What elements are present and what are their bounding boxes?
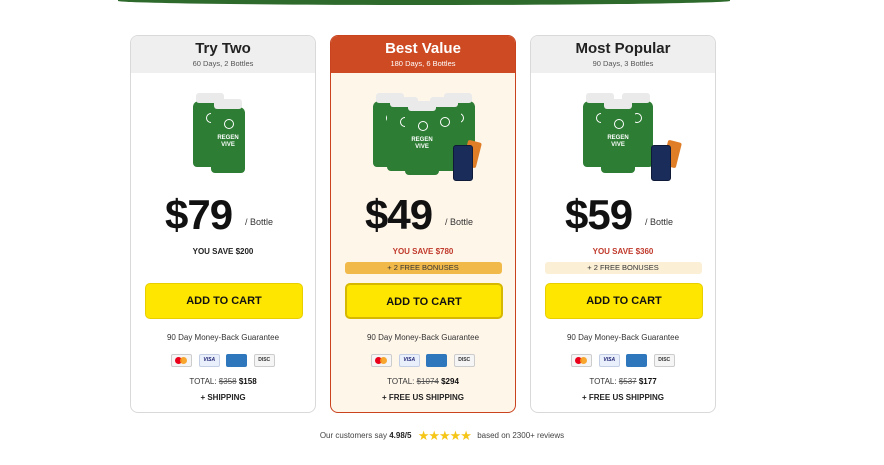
reviews-rating: 4.98/5 [389,431,412,441]
visa-icon: VISA [598,354,620,368]
bonus-phone-image [453,145,473,181]
reviews-summary: Our customers say 4.98/5 ★★★★★ based on … [0,428,884,444]
shipping-text: + SHIPPING [200,393,246,402]
plan-subtitle: 90 Days, 3 Bottles [592,59,654,68]
plan-header: Best Value 180 Days, 6 Bottles [331,36,515,73]
price-block: $79 / Bottle [131,191,315,241]
reviews-prefix: Our customers say [319,431,387,441]
plan-subtitle: 180 Days, 6 Bottles [390,59,456,68]
visa-icon: VISA [398,354,420,368]
bottle-image: REGEN VIVE [601,99,635,173]
plan-title: Best Value [385,40,461,57]
price-amount: $49 [365,191,433,238]
guarantee-text: 90 Day Money-Back Guarantee [166,333,280,342]
total-label: TOTAL: [387,377,415,386]
mastercard-icon [571,354,593,368]
mastercard-icon [371,354,393,368]
price-unit: / Bottle [245,217,274,227]
amex-icon [626,354,648,368]
savings-text: YOU SAVE $360 [592,247,654,256]
plan-title: Try Two [195,40,251,57]
top-banner-band [118,0,730,5]
total-label: TOTAL: [589,377,617,386]
guarantee-text: 90 Day Money-Back Guarantee [566,333,680,342]
guarantee-text: 90 Day Money-Back Guarantee [366,333,480,342]
plan-card-best-value: Best Value 180 Days, 6 Bottles REGEN VIV… [330,35,516,413]
total-old-price: $1074 [416,377,439,386]
total-old-price: $358 [218,377,237,386]
discover-icon: DISC [453,354,475,368]
reviews-suffix: based on 2300+ reviews [477,431,565,441]
discover-icon: DISC [653,354,675,368]
plan-title: Most Popular [575,40,671,57]
add-to-cart-button[interactable]: ADD TO CART [345,283,503,319]
price-block: $49 / Bottle [331,191,515,241]
plan-header: Try Two 60 Days, 2 Bottles [131,36,315,73]
bottle-image: REGEN VIVE [405,101,439,175]
discover-icon: DISC [253,354,275,368]
bottle-label: REGEN VIVE [217,135,239,148]
payment-icons: VISA DISC [131,352,315,370]
total-label: TOTAL: [189,377,217,386]
amex-icon [426,354,448,368]
star-rating-icon: ★★★★★ [417,428,472,443]
add-to-cart-button[interactable]: ADD TO CART [545,283,703,319]
price-amount: $59 [565,191,633,238]
product-image: REGEN VIVE [131,93,315,183]
mastercard-icon [171,354,193,368]
shipping-text: + FREE US SHIPPING [581,393,665,402]
amex-icon [226,354,248,368]
bottle-label: REGEN VIVE [607,135,629,148]
bonus-badge: + 2 FREE BONUSES [344,262,502,274]
add-to-cart-button[interactable]: ADD TO CART [145,283,303,319]
total-line: TOTAL: $537 $177 [531,377,715,386]
total-line: TOTAL: $358 $158 [131,377,315,386]
payment-icons: VISA DISC [331,352,515,370]
price-amount: $79 [165,191,233,238]
payment-icons: VISA DISC [531,352,715,370]
total-new-price: $294 [441,377,459,386]
plan-header: Most Popular 90 Days, 3 Bottles [531,36,715,73]
total-line: TOTAL: $1074 $294 [331,377,515,386]
price-block: $59 / Bottle [531,191,715,241]
plan-subtitle: 60 Days, 2 Bottles [192,59,254,68]
product-image: REGEN VIVE [331,93,515,183]
total-new-price: $177 [638,377,657,386]
plan-card-try-two: Try Two 60 Days, 2 Bottles REGEN VIVE $7… [130,35,316,413]
bottle-image: REGEN VIVE [211,99,245,173]
savings-text: YOU SAVE $200 [192,247,254,256]
total-new-price: $158 [238,377,257,386]
bottle-label: REGEN VIVE [411,137,433,150]
visa-icon: VISA [198,354,220,368]
price-unit: / Bottle [645,217,674,227]
product-image: REGEN VIVE [531,93,715,183]
plan-card-most-popular: Most Popular 90 Days, 3 Bottles REGEN VI… [530,35,716,413]
total-old-price: $537 [618,377,637,386]
bonus-badge: + 2 FREE BONUSES [544,262,702,274]
savings-text: YOU SAVE $780 [392,247,454,256]
shipping-text: + FREE US SHIPPING [381,393,465,402]
price-unit: / Bottle [445,217,474,227]
bonus-phone-image [651,145,671,181]
